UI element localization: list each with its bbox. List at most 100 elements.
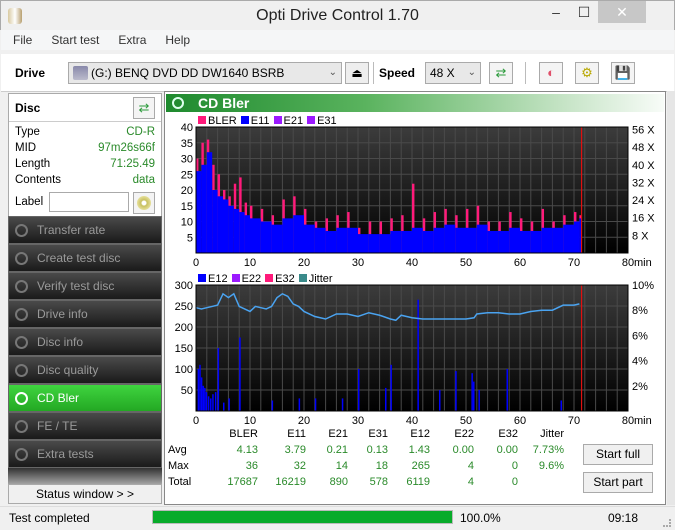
stats-cell: 18 (375, 460, 388, 472)
stats-cell: 14 (335, 460, 348, 472)
stats-row-label: Total (168, 476, 192, 488)
stats-cell: 32 (293, 460, 306, 472)
e11-bar (401, 230, 412, 253)
e12-bar (560, 400, 562, 411)
e12-bar (314, 398, 317, 411)
nav-verify-test-disc[interactable]: Verify test disc (8, 272, 162, 300)
e11-bar (530, 230, 542, 253)
disc-refresh-button[interactable]: ⇄ (133, 97, 155, 119)
info-value: 71:25.49 (110, 158, 155, 170)
nav-create-test-disc[interactable]: Create test disc (8, 244, 162, 272)
nav-label: Transfer rate (37, 223, 106, 237)
start-full-button[interactable]: Start full (583, 444, 653, 465)
e11-bar (347, 227, 358, 253)
x-tick-label: 80 (622, 257, 634, 269)
x-tick-label: 40 (406, 415, 418, 427)
x-tick-label: 20 (298, 257, 310, 269)
y2-tick-label: 24 X (632, 195, 655, 207)
menu-start-test[interactable]: Start test (39, 30, 106, 50)
y-tick-label: 40 (181, 122, 193, 134)
eject-button[interactable]: ⏏ (345, 62, 369, 84)
x-tick-label: 70 (568, 257, 580, 269)
nav-disc-info[interactable]: Disc info (8, 328, 162, 356)
stats-cell: 0 (511, 460, 518, 472)
e11-bar (541, 227, 553, 253)
disc-label-input[interactable] (49, 192, 129, 212)
settings-button[interactable]: ⚙ (575, 62, 599, 84)
stats-cell: 16219 (275, 476, 306, 488)
y-tick-label: 30 (181, 154, 193, 166)
e11-bar (244, 215, 250, 253)
resize-grip[interactable] (663, 519, 671, 527)
e11-bar (271, 224, 283, 253)
disc-icon (137, 196, 151, 210)
maximize-button[interactable]: ☐ (569, 1, 599, 23)
disc-contents-row: Contents data (9, 174, 161, 190)
stats-cell: 36 (245, 460, 258, 472)
bler-chart: 5 10 15 20 25 30 35 40 0 10 20 30 40 50 60 70 80 min 8 X 16… (181, 122, 656, 269)
e12-bar (202, 385, 204, 411)
e11-bar (455, 227, 466, 253)
elapsed-time: 09:18 (608, 511, 639, 525)
start-part-button[interactable]: Start part (583, 472, 653, 493)
stats-column-header: E31 (368, 428, 388, 440)
e11-bar (260, 221, 272, 253)
nav-transfer-rate[interactable]: Transfer rate (8, 216, 162, 244)
stats-cell: 0.00 (496, 444, 518, 456)
e11-bar (250, 218, 261, 253)
panel-title: CD Bler (198, 95, 250, 111)
nav-label: Drive info (37, 307, 88, 321)
status-text: Test completed (9, 511, 90, 525)
close-button[interactable]: ✕ (598, 1, 646, 23)
disc-label-button[interactable] (133, 192, 155, 214)
y2-tick-label: 56 X (632, 125, 655, 137)
nav-cd-bler[interactable]: CD Bler (8, 384, 162, 412)
y-tick-label: 10 (181, 217, 193, 229)
menu-extra[interactable]: Extra (106, 30, 153, 50)
nav-extra-tests[interactable]: Extra tests (8, 440, 162, 468)
y-tick-label: 50 (181, 385, 193, 397)
e12-bar (207, 396, 210, 411)
menu-help[interactable]: Help (153, 30, 197, 50)
scrollbar[interactable] (667, 91, 675, 505)
y-tick-label: 15 (181, 201, 193, 213)
e11-bar (487, 230, 499, 253)
e12-bar (417, 299, 419, 411)
stats-cell: 0.00 (452, 444, 474, 456)
e12-bar (197, 369, 200, 411)
e12-bar (223, 402, 225, 411)
nav-drive-info[interactable]: Drive info (8, 300, 162, 328)
refresh-speed-button[interactable]: ⇄ (489, 62, 513, 84)
y2-tick-label: 4% (632, 356, 648, 368)
erase-button[interactable]: ◐ (539, 62, 563, 84)
progress-bar (152, 510, 453, 524)
y2-tick-label: 2% (632, 381, 648, 393)
stats-cell: 9.6% (538, 460, 564, 472)
nav-disc-quality[interactable]: Disc quality (8, 356, 162, 384)
e11-bar (422, 230, 434, 253)
save-button[interactable]: 💾 (611, 62, 635, 84)
disc-icon (15, 336, 28, 349)
e12-bar (506, 369, 508, 411)
drive-select[interactable]: (G:) BENQ DVD DD DW1640 BSRB ⌄ (68, 62, 342, 84)
menu-file[interactable]: File (1, 30, 39, 50)
stats-row: Total 17687 16219 890 578 6119 4 0 (168, 476, 568, 492)
nav-label: Verify test disc (37, 279, 115, 293)
stats-cell: 7.73% (532, 444, 564, 456)
drive-value: (G:) BENQ DVD DD DW1640 BSRB (91, 66, 285, 80)
drive-icon (73, 66, 88, 80)
stats-table: BLER E11 E21 E31 E12 E22 E32 Jitter Avg 4.13 3.79 0… (168, 428, 568, 492)
disc-icon (15, 280, 28, 293)
nav-fe-te[interactable]: FE / TE (8, 412, 162, 440)
progress-percent: 100.0% (460, 511, 501, 525)
x-axis-label: min (634, 257, 652, 269)
drive-label: Drive (15, 66, 46, 80)
speed-select[interactable]: 48 X ⌄ (425, 62, 481, 84)
stats-column-header: BLER (229, 428, 258, 440)
info-key: Length (15, 158, 51, 170)
minimize-button[interactable]: ‒ (541, 1, 571, 23)
info-value: 97m26s66f (98, 142, 155, 154)
x-tick-label: 80 (622, 415, 634, 427)
status-window-button[interactable]: Status window > > (8, 484, 162, 504)
label-key: Label (15, 196, 44, 208)
